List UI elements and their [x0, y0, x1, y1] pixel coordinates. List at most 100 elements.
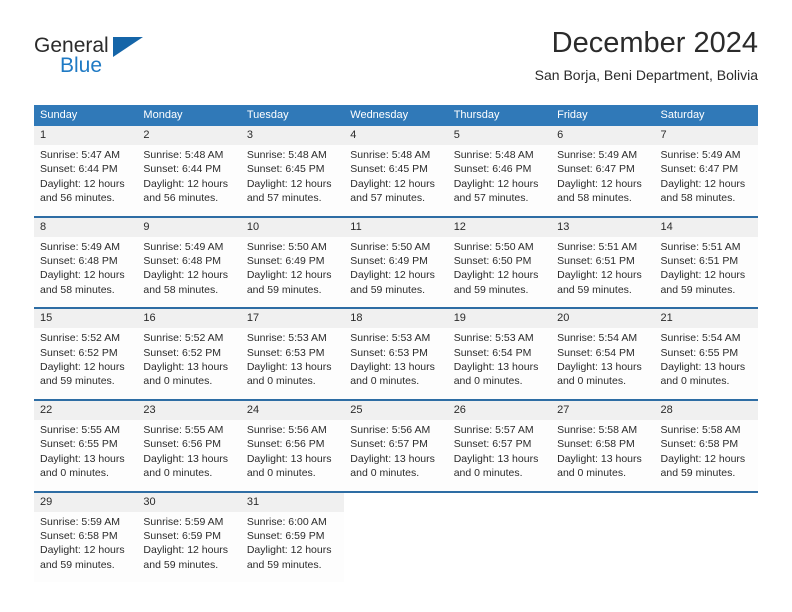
daylight-duration: Daylight: 13 hours: [557, 452, 642, 465]
sunset-time: Sunset: 6:49 PM: [350, 255, 428, 268]
day-number[interactable]: 19: [447, 307, 552, 329]
sunrise-time: Sunrise: 6:00 AM: [246, 515, 327, 528]
sunset-time: Sunset: 6:52 PM: [143, 346, 222, 359]
daylight-duration: Daylight: 13 hours: [350, 452, 435, 465]
week-daynumber-row: 29 30 31: [34, 490, 758, 512]
daylight-duration: Daylight: 12 hours: [143, 269, 229, 282]
sunset-time: Sunset: 6:45 PM: [246, 163, 325, 176]
day-cell: Sunrise: 5:49 AM Sunset: 6:47 PM Daylight:…: [654, 145, 758, 217]
day-number[interactable]: 18: [344, 307, 448, 329]
sunrise-time: Sunrise: 5:53 AM: [350, 332, 431, 345]
sunrise-time: Sunrise: 5:49 AM: [557, 149, 638, 161]
sunrise-time: Sunrise: 5:57 AM: [453, 423, 534, 436]
daylight-duration: Daylight: 12 hours: [40, 269, 125, 282]
day-number[interactable]: 13: [551, 215, 655, 237]
day-number-empty: [447, 490, 552, 512]
day-number[interactable]: 15: [34, 307, 138, 329]
day-cell: Sunrise: 5:56 AM Sunset: 6:57 PM Daylight:…: [344, 419, 448, 492]
day-number[interactable]: 26: [447, 398, 552, 420]
day-number[interactable]: 14: [654, 215, 758, 237]
daylight-duration: Daylight: 13 hours: [453, 452, 539, 465]
day-number[interactable]: 21: [654, 307, 758, 329]
day-cell: Sunrise: 5:59 AM Sunset: 6:59 PM Daylight:…: [137, 511, 241, 583]
daylight-duration: and 0 minutes.: [453, 375, 523, 388]
day-number[interactable]: 8: [34, 215, 138, 237]
day-cell: Sunrise: 5:50 AM Sunset: 6:49 PM Daylight:…: [344, 236, 448, 309]
sunrise-time: Sunrise: 5:50 AM: [350, 240, 431, 253]
general-blue-logo[interactable]: General Blue: [34, 34, 234, 90]
day-number[interactable]: 17: [240, 307, 345, 329]
day-number[interactable]: 28: [654, 398, 758, 420]
day-number[interactable]: 31: [240, 490, 345, 512]
daylight-duration: Daylight: 13 hours: [453, 361, 539, 374]
day-number[interactable]: 11: [344, 215, 448, 237]
daylight-duration: Daylight: 12 hours: [350, 269, 435, 282]
sunset-time: Sunset: 6:58 PM: [660, 438, 739, 451]
daylight-duration: and 0 minutes.: [246, 375, 316, 388]
sunrise-time: Sunrise: 5:48 AM: [350, 149, 431, 161]
sunset-time: Sunset: 6:47 PM: [557, 163, 635, 176]
weekday-header-row: Sunday Monday Tuesday Wednesday Thursday…: [34, 105, 758, 126]
daylight-duration: Daylight: 12 hours: [143, 544, 229, 557]
day-number[interactable]: 24: [240, 398, 345, 420]
sunset-time: Sunset: 6:54 PM: [453, 346, 532, 359]
day-number[interactable]: 10: [240, 215, 345, 237]
daylight-duration: Daylight: 13 hours: [350, 361, 435, 374]
day-cell-empty: [654, 511, 758, 583]
daylight-duration: and 0 minutes.: [143, 467, 213, 480]
sunset-time: Sunset: 6:48 PM: [40, 255, 118, 268]
day-cell-empty: [344, 511, 448, 583]
daylight-duration: and 0 minutes.: [557, 467, 626, 480]
day-number[interactable]: 23: [137, 398, 241, 420]
day-number[interactable]: 16: [137, 307, 241, 329]
week-daynumber-row: 22 23 24 25 26 27 28: [34, 398, 758, 420]
day-number[interactable]: 1: [34, 126, 138, 145]
day-number[interactable]: 7: [654, 126, 758, 145]
day-number[interactable]: 29: [34, 490, 138, 512]
day-number[interactable]: 20: [551, 307, 655, 329]
day-cell: Sunrise: 5:48 AM Sunset: 6:44 PM Daylight:…: [137, 145, 241, 217]
day-number[interactable]: 27: [551, 398, 655, 420]
triangle-flag-icon: [113, 37, 143, 57]
sunrise-time: Sunrise: 5:56 AM: [246, 423, 327, 436]
daylight-duration: and 0 minutes.: [660, 375, 730, 388]
sunset-time: Sunset: 6:57 PM: [453, 438, 532, 451]
daylight-duration: Daylight: 12 hours: [557, 177, 642, 190]
day-cell: Sunrise: 5:48 AM Sunset: 6:46 PM Daylight:…: [447, 145, 552, 217]
daylight-duration: and 0 minutes.: [453, 467, 523, 480]
week-daynumber-row: 15 16 17 18 19 20 21: [34, 307, 758, 329]
day-number[interactable]: 2: [137, 126, 241, 145]
sunrise-time: Sunrise: 5:59 AM: [143, 515, 224, 528]
day-number-empty: [344, 490, 448, 512]
day-number[interactable]: 3: [240, 126, 345, 145]
daylight-duration: Daylight: 12 hours: [246, 544, 332, 557]
sunrise-time: Sunrise: 5:55 AM: [143, 423, 224, 436]
day-number[interactable]: 9: [137, 215, 241, 237]
sunrise-time: Sunrise: 5:48 AM: [246, 149, 327, 161]
daylight-duration: and 0 minutes.: [40, 467, 109, 480]
day-cell: Sunrise: 5:54 AM Sunset: 6:54 PM Daylight:…: [551, 328, 655, 400]
day-cell: Sunrise: 5:58 AM Sunset: 6:58 PM Daylight:…: [654, 419, 758, 492]
sunset-time: Sunset: 6:47 PM: [660, 163, 739, 176]
sunset-time: Sunset: 6:53 PM: [246, 346, 325, 359]
daylight-duration: and 59 minutes.: [660, 283, 736, 296]
day-number[interactable]: 12: [447, 215, 552, 237]
day-cell: Sunrise: 5:55 AM Sunset: 6:56 PM Daylight:…: [137, 419, 241, 492]
day-number[interactable]: 4: [344, 126, 448, 145]
day-number[interactable]: 22: [34, 398, 138, 420]
daylight-duration: Daylight: 12 hours: [40, 177, 125, 190]
daylight-duration: and 59 minutes.: [246, 558, 322, 571]
day-number[interactable]: 30: [137, 490, 241, 512]
sunrise-time: Sunrise: 5:56 AM: [350, 423, 431, 436]
sunrise-time: Sunrise: 5:48 AM: [453, 149, 534, 161]
day-number[interactable]: 25: [344, 398, 448, 420]
day-cell: Sunrise: 5:54 AM Sunset: 6:55 PM Daylight:…: [654, 328, 758, 400]
calendar-body: 1 2 3 4 5 6 7 Sunrise: 5:47 AM Sunset: 6:44 PM Da…: [34, 126, 758, 583]
weekday-header-monday: Monday: [137, 105, 241, 126]
day-cell: Sunrise: 5:57 AM Sunset: 6:57 PM Daylight:…: [447, 419, 552, 492]
logo-text-blue: Blue: [60, 54, 103, 77]
day-number[interactable]: 5: [447, 126, 552, 145]
week-daynumber-row: 8 9 10 11 12 13 14: [34, 215, 758, 237]
day-number[interactable]: 6: [551, 126, 655, 145]
day-cell: Sunrise: 5:49 AM Sunset: 6:47 PM Daylight:…: [551, 145, 655, 217]
